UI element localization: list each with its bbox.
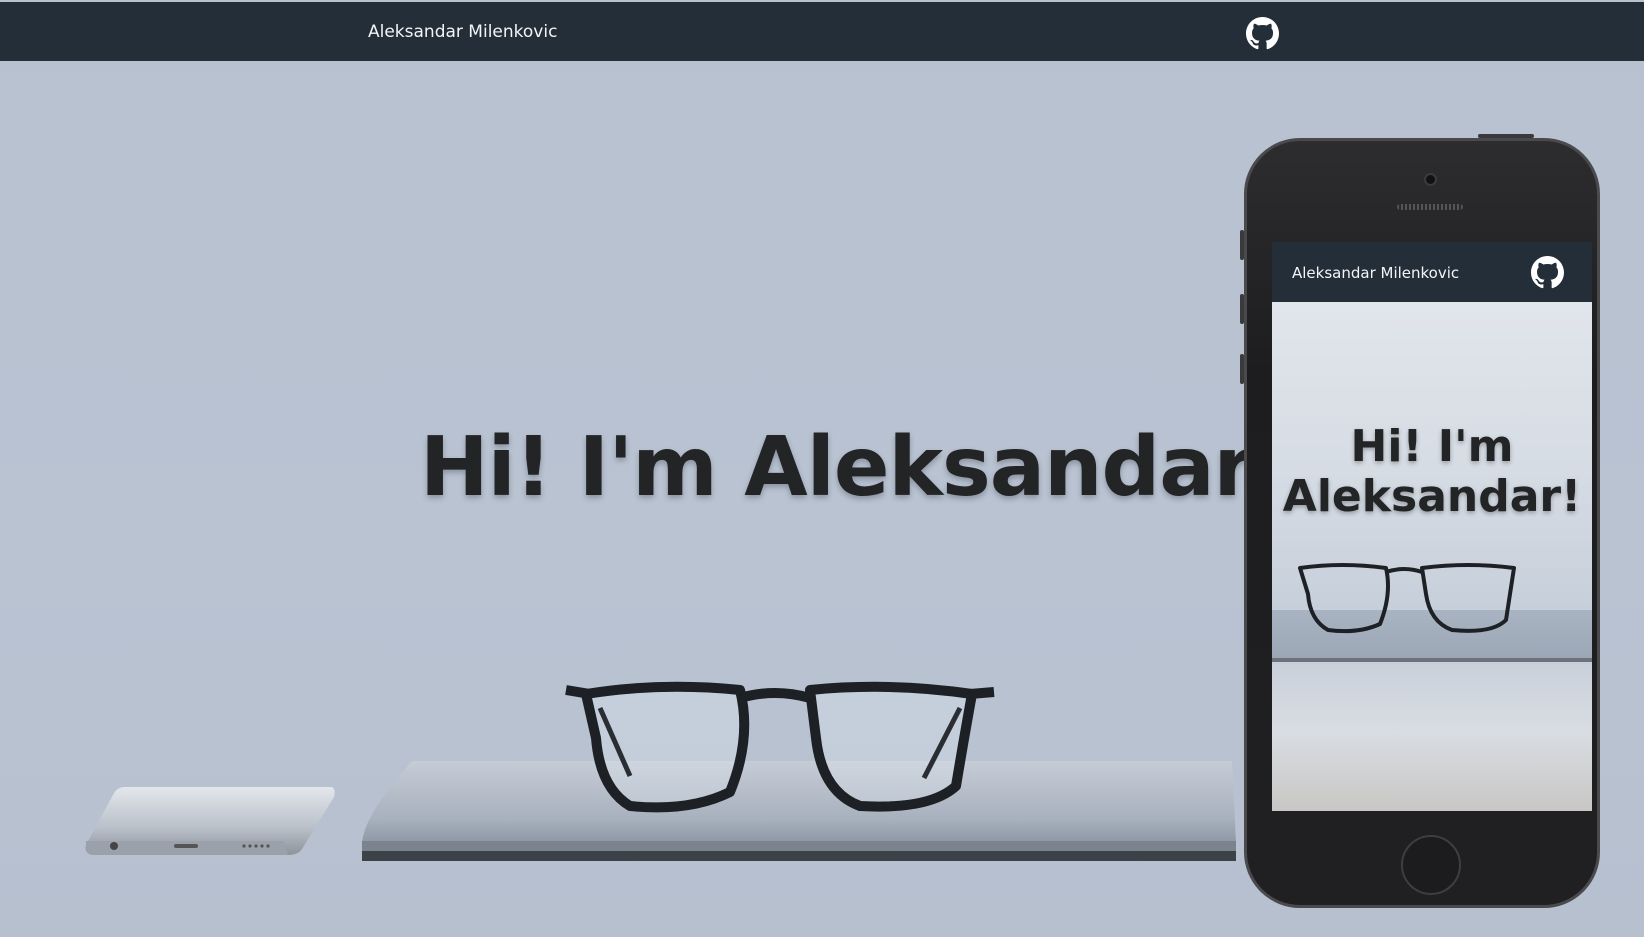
phone-body: Aleksandar Milenkovic Hi! I'm Aleksandar… [1244, 138, 1600, 908]
hero-title: Hi! I'm Aleksandar! [420, 420, 1290, 515]
github-icon[interactable] [1246, 17, 1279, 50]
screen-glasses-image [1298, 563, 1516, 634]
navbar: Aleksandar Milenkovic [0, 2, 1644, 61]
camera-icon [1424, 173, 1437, 186]
speaker-grille [1397, 204, 1463, 210]
phone-screen: Aleksandar Milenkovic Hi! I'm Aleksandar… [1272, 242, 1592, 811]
screen-desk-edge [1272, 658, 1592, 662]
navbar-brand[interactable]: Aleksandar Milenkovic [368, 22, 557, 42]
github-icon[interactable] [1531, 256, 1564, 289]
mobile-navbar-brand[interactable]: Aleksandar Milenkovic [1292, 264, 1459, 282]
mobile-hero-title: Hi! I'm Aleksandar! [1272, 422, 1592, 522]
background-phone-image [85, 787, 335, 855]
mobile-hero-title-line2: Aleksandar! [1282, 471, 1582, 522]
background-glasses-image [565, 681, 995, 813]
mobile-hero-title-line1: Hi! I'm [1350, 421, 1514, 472]
mobile-navbar: Aleksandar Milenkovic [1272, 242, 1592, 302]
mobile-preview-mockup: Aleksandar Milenkovic Hi! I'm Aleksandar… [1240, 134, 1608, 916]
home-button [1401, 835, 1461, 895]
page: Aleksandar Milenkovic Hi! I'm Aleksandar… [0, 0, 1644, 937]
